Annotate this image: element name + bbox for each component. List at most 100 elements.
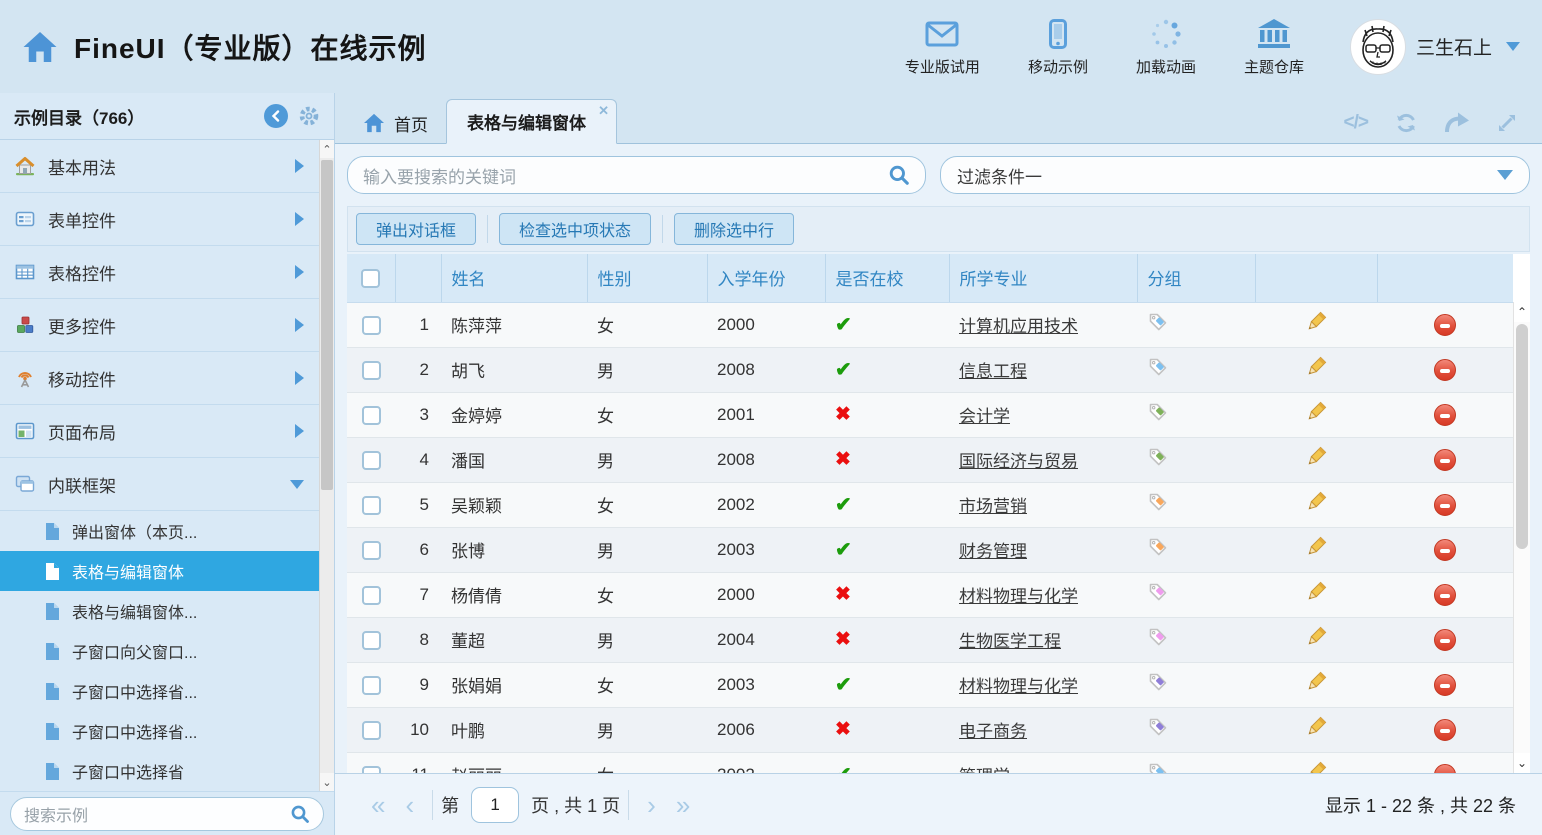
- table-row[interactable]: 4 潘国 男 2008 ✖ 国际经济与贸易: [347, 437, 1513, 482]
- gear-icon[interactable]: [298, 105, 320, 127]
- col-gender[interactable]: 性别: [587, 254, 707, 302]
- col-enrolled[interactable]: 是否在校: [825, 254, 949, 302]
- major-link[interactable]: 生物医学工程: [959, 632, 1061, 651]
- sidebar-search-input[interactable]: 搜索示例: [10, 797, 324, 831]
- delete-icon[interactable]: [1434, 359, 1456, 381]
- sidebar-subitem-grid-edit-window-2[interactable]: 表格与编辑窗体...: [0, 591, 319, 631]
- major-link[interactable]: 电子商务: [959, 722, 1027, 741]
- table-row[interactable]: 5 吴颖颖 女 2002 ✔ 市场营销: [347, 482, 1513, 527]
- user-menu[interactable]: 三生石上: [1350, 19, 1520, 75]
- row-checkbox[interactable]: [362, 496, 381, 515]
- scrollbar-thumb[interactable]: [321, 160, 333, 490]
- tag-icon[interactable]: [1147, 311, 1169, 333]
- major-link[interactable]: 管理学: [959, 767, 1010, 773]
- sidebar-item-mobile[interactable]: 移动控件: [0, 352, 319, 405]
- delete-icon[interactable]: [1434, 314, 1456, 336]
- table-row[interactable]: 8 董超 男 2004 ✖ 生物医学工程: [347, 617, 1513, 662]
- table-row[interactable]: 10 叶鹏 男 2006 ✖ 电子商务: [347, 707, 1513, 752]
- last-page-button[interactable]: »: [666, 792, 700, 818]
- tag-icon[interactable]: [1147, 761, 1169, 773]
- edit-icon[interactable]: [1305, 453, 1327, 472]
- sidebar-item-more[interactable]: 更多控件: [0, 299, 319, 352]
- tab-home[interactable]: 首页: [345, 103, 446, 143]
- tag-icon[interactable]: [1147, 536, 1169, 558]
- delete-icon[interactable]: [1434, 539, 1456, 561]
- col-group[interactable]: 分组: [1137, 254, 1255, 302]
- row-checkbox[interactable]: [362, 586, 381, 605]
- edit-icon[interactable]: [1305, 543, 1327, 562]
- table-row[interactable]: 2 胡飞 男 2008 ✔ 信息工程: [347, 347, 1513, 392]
- table-row[interactable]: 1 陈萍萍 女 2000 ✔ 计算机应用技术: [347, 302, 1513, 347]
- tab-grid-edit-window[interactable]: 表格与编辑窗体 ✕: [446, 99, 617, 144]
- next-page-button[interactable]: ›: [637, 792, 666, 818]
- sidebar-subitem-select-province-1[interactable]: 子窗口中选择省...: [0, 671, 319, 711]
- fullscreen-icon[interactable]: [1496, 112, 1518, 134]
- table-row[interactable]: 6 张博 男 2003 ✔ 财务管理: [347, 527, 1513, 572]
- close-icon[interactable]: ✕: [598, 103, 609, 119]
- sidebar-subitem-select-province-2[interactable]: 子窗口中选择省...: [0, 711, 319, 751]
- tag-icon[interactable]: [1147, 716, 1169, 738]
- collapse-sidebar-icon[interactable]: [264, 104, 288, 128]
- first-page-button[interactable]: «: [361, 792, 395, 818]
- select-all-checkbox[interactable]: [361, 269, 380, 288]
- delete-icon[interactable]: [1434, 494, 1456, 516]
- major-link[interactable]: 材料物理与化学: [959, 677, 1078, 696]
- edit-icon[interactable]: [1305, 408, 1327, 427]
- delete-icon[interactable]: [1434, 404, 1456, 426]
- tag-icon[interactable]: [1147, 401, 1169, 423]
- search-icon[interactable]: [290, 804, 310, 824]
- open-dialog-button[interactable]: 弹出对话框: [356, 213, 476, 245]
- row-checkbox[interactable]: [362, 541, 381, 560]
- delete-icon[interactable]: [1434, 674, 1456, 696]
- major-link[interactable]: 财务管理: [959, 542, 1027, 561]
- sidebar-item-layout[interactable]: 页面布局: [0, 405, 319, 458]
- major-link[interactable]: 会计学: [959, 407, 1010, 426]
- sidebar-subitem-grid-edit-window[interactable]: 表格与编辑窗体: [0, 551, 319, 591]
- delete-icon[interactable]: [1434, 629, 1456, 651]
- tag-icon[interactable]: [1147, 356, 1169, 378]
- scroll-up-icon[interactable]: ⌃: [1514, 302, 1530, 322]
- col-major[interactable]: 所学专业: [949, 254, 1137, 302]
- row-checkbox[interactable]: [362, 631, 381, 650]
- edit-icon[interactable]: [1305, 318, 1327, 337]
- row-checkbox[interactable]: [362, 316, 381, 335]
- sidebar-item-iframe[interactable]: 内联框架: [0, 458, 319, 511]
- row-checkbox[interactable]: [362, 361, 381, 380]
- table-scrollbar[interactable]: ⌃ ⌄: [1513, 302, 1530, 773]
- sidebar-item-form[interactable]: 表单控件: [0, 193, 319, 246]
- row-checkbox[interactable]: [362, 451, 381, 470]
- scroll-down-icon[interactable]: ⌄: [1514, 753, 1530, 773]
- scrollbar-thumb[interactable]: [1516, 324, 1528, 549]
- delete-icon[interactable]: [1434, 449, 1456, 471]
- edit-icon[interactable]: [1305, 723, 1327, 742]
- edit-icon[interactable]: [1305, 363, 1327, 382]
- sidebar-scrollbar[interactable]: ⌃ ⌄: [319, 140, 334, 791]
- table-row[interactable]: 9 张娟娟 女 2003 ✔ 材料物理与化学: [347, 662, 1513, 707]
- row-checkbox[interactable]: [362, 766, 381, 774]
- nav-themes[interactable]: 主题仓库: [1244, 17, 1304, 77]
- major-link[interactable]: 计算机应用技术: [959, 317, 1078, 336]
- edit-icon[interactable]: [1305, 678, 1327, 697]
- delete-icon[interactable]: [1434, 719, 1456, 741]
- nav-loading[interactable]: 加载动画: [1136, 17, 1196, 77]
- filter-dropdown[interactable]: 过滤条件一: [940, 156, 1530, 194]
- refresh-icon[interactable]: [1394, 111, 1418, 135]
- share-icon[interactable]: [1444, 112, 1470, 134]
- scroll-down-icon[interactable]: ⌄: [320, 773, 334, 791]
- keyword-search-input[interactable]: 输入要搜索的关键词: [347, 156, 926, 194]
- edit-icon[interactable]: [1305, 768, 1327, 773]
- delete-icon[interactable]: [1434, 764, 1456, 774]
- sidebar-item-basic[interactable]: 基本用法: [0, 140, 319, 193]
- sidebar-subitem-popup-window[interactable]: 弹出窗体（本页...: [0, 511, 319, 551]
- col-year[interactable]: 入学年份: [707, 254, 825, 302]
- search-icon[interactable]: [888, 164, 910, 186]
- table-row[interactable]: 3 金婷婷 女 2001 ✖ 会计学: [347, 392, 1513, 437]
- tag-icon[interactable]: [1147, 446, 1169, 468]
- source-code-icon[interactable]: </>: [1344, 112, 1368, 134]
- tag-icon[interactable]: [1147, 626, 1169, 648]
- major-link[interactable]: 国际经济与贸易: [959, 452, 1078, 471]
- table-row[interactable]: 11 赵丽丽 女 2002 ✔ 管理学: [347, 752, 1513, 773]
- tag-icon[interactable]: [1147, 491, 1169, 513]
- nav-trial[interactable]: 专业版试用: [905, 17, 980, 77]
- edit-icon[interactable]: [1305, 633, 1327, 652]
